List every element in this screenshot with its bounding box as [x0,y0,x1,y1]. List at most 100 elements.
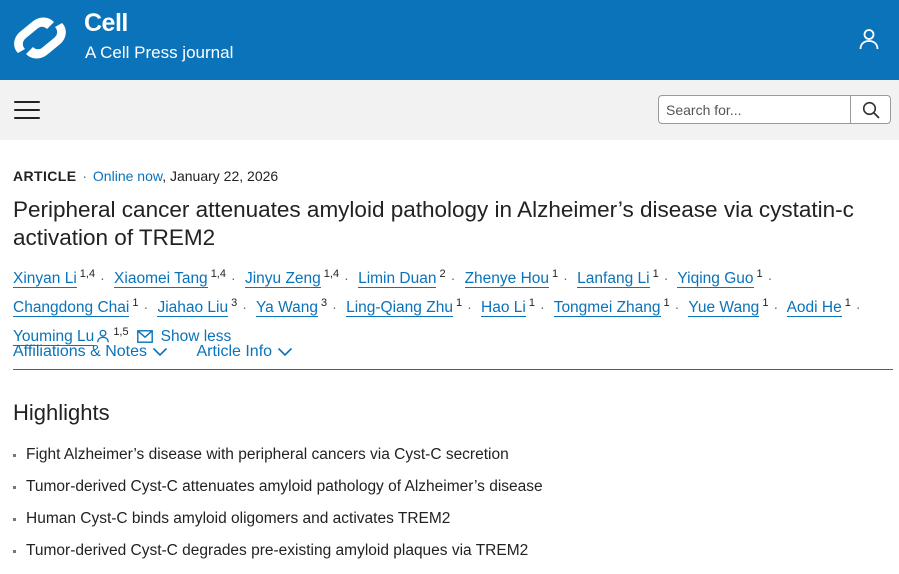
online-now-link[interactable]: Online now [93,168,162,184]
chevron-down-icon [277,347,293,357]
tab-label: Affiliations & Notes [13,343,147,360]
author-item: Ling-Qiang Zhu 1 [346,297,463,317]
author-item: Zhenye Hou 1 [464,268,559,288]
author-link[interactable]: Ling-Qiang Zhu [346,299,453,317]
author-affiliation: 1 [132,297,139,309]
corresponding-author-icon [97,329,110,343]
section-divider [13,369,893,370]
highlight-item: Fight Alzheimer’s disease with periphera… [13,444,543,476]
author-link[interactable]: Jinyu Zeng [244,270,321,288]
highlight-text: Human Cyst-C binds amyloid oligomers and… [26,510,451,527]
author-item: Jiahao Liu 3 [157,297,238,317]
author-item: Aodi He 1 [786,297,851,317]
author-link[interactable]: Tongmei Zhang [553,299,661,317]
author-item: Hao Li 1 [481,297,535,317]
cell-logo-icon[interactable] [12,12,68,64]
search-icon [862,101,880,118]
highlights-heading: Highlights [13,400,110,425]
author-affiliation: 1 [528,297,535,309]
author-item: Jinyu Zeng 1,4 [244,268,340,288]
author-separator: · [663,270,669,286]
search-box [658,95,891,124]
author-affiliation: 1,5 [113,326,129,338]
author-link[interactable]: Aodi He [786,299,842,317]
author-item: Lanfang Li 1 [577,268,659,288]
author-affiliation: 1 [652,268,659,280]
tab-label: Article Info [196,343,273,360]
author-link[interactable]: Yiqing Guo [677,270,754,288]
envelope-icon[interactable] [136,330,153,343]
author-affiliation: 1 [762,297,769,309]
publish-date: , January 22, 2026 [162,168,279,184]
author-separator: · [332,299,337,315]
author-affiliation: 1 [552,268,559,280]
author-link[interactable]: Ya Wang [255,299,318,317]
author-affiliation: 1 [663,297,670,309]
article-title: Peripheral cancer attenuates amyloid pat… [13,197,854,250]
author-affiliation: 1 [844,297,851,309]
author-separator: · [674,299,680,315]
highlight-item: Tumor-derived Cyst-C attenuates amyloid … [13,476,543,508]
author-separator: · [855,299,861,315]
author-separator: · [230,270,236,286]
highlight-item: Human Cyst-C binds amyloid oligomers and… [13,508,543,540]
bullet-icon [13,550,16,553]
chevron-down-icon [152,347,168,357]
meta-separator: · [82,168,88,184]
bullet-icon [13,518,16,521]
author-link[interactable]: Jiahao Liu [157,299,229,317]
author-link[interactable]: Xinyan Li [13,270,77,288]
bullet-icon [13,454,16,457]
author-affiliation: 1,4 [79,268,96,280]
bullet-icon [13,486,16,489]
author-link[interactable]: Lanfang Li [577,270,650,288]
search-input[interactable] [660,97,848,122]
brand-subtitle: A Cell Press journal [85,43,234,62]
author-link[interactable]: Zhenye Hou [464,270,550,288]
author-item: Limin Duan 2 [358,268,446,288]
author-link[interactable]: Limin Duan [358,270,437,288]
author-link[interactable]: Yue Wang [688,299,760,317]
article-type: ARTICLE [13,168,77,184]
author-separator: · [467,299,472,315]
affiliations-notes-tab[interactable]: Affiliations & Notes [13,343,168,361]
author-item: Xiaomei Tang 1,4 [114,268,226,288]
author-separator: · [344,270,349,286]
highlights-list: Fight Alzheimer’s disease with periphera… [13,444,543,572]
author-separator: · [143,299,149,315]
author-link[interactable]: Xiaomei Tang [114,270,208,288]
author-affiliation: 2 [439,268,446,280]
site-header: Cell A Cell Press journal [0,0,899,80]
author-separator: · [242,299,247,315]
article-tabs: Affiliations & Notes Article Info [13,343,293,361]
highlight-text: Fight Alzheimer’s disease with periphera… [26,446,509,463]
highlight-text: Tumor-derived Cyst-C attenuates amyloid … [26,478,543,495]
author-item: Yiqing Guo 1 [677,268,763,288]
author-item: Yue Wang 1 [688,297,769,317]
article-meta: ARTICLE · Online now, January 22, 2026 [13,168,278,184]
brand-title[interactable]: Cell [84,9,128,38]
article-info-tab[interactable]: Article Info [196,343,293,361]
author-affiliation: 3 [231,297,238,309]
author-affiliation: 1 [455,297,463,309]
author-affiliation: 3 [320,297,328,309]
author-item: Xinyan Li 1,4 [13,268,96,288]
author-separator: · [767,270,773,286]
author-link[interactable]: Hao Li [481,299,526,317]
search-button[interactable] [850,96,891,123]
author-separator: · [563,270,568,286]
author-separator: · [100,270,105,286]
author-separator: · [773,299,779,315]
author-separator: · [539,299,545,315]
author-link[interactable]: Changdong Chai [13,299,130,317]
author-item: Tongmei Zhang 1 [553,297,670,317]
author-list: Xinyan Li 1,4 · Xiaomei Tang 1,4 · Jinyu Zen… [13,262,893,349]
author-affiliation: 1,4 [210,268,226,280]
highlight-text: Tumor-derived Cyst-C degrades pre-existi… [26,542,529,559]
author-separator: · [450,270,456,286]
hamburger-menu-icon[interactable] [14,99,42,121]
author-item: Changdong Chai 1 [13,297,139,317]
person-icon[interactable] [857,27,881,51]
author-affiliation: 1,4 [323,268,340,280]
highlight-item: Tumor-derived Cyst-C degrades pre-existi… [13,540,543,572]
